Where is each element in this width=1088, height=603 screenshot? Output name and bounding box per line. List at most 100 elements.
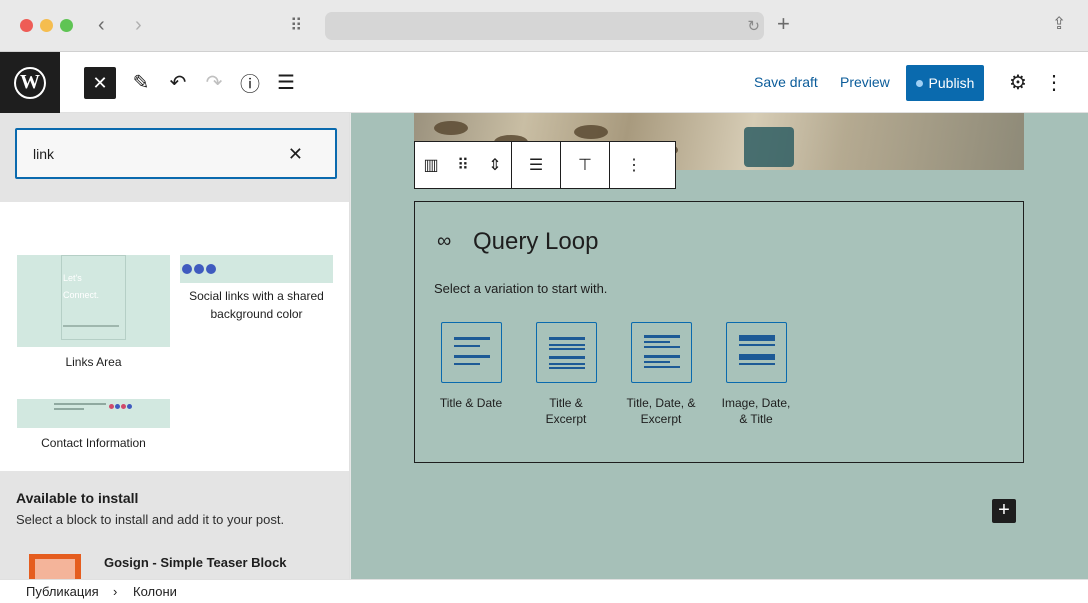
more-vertical-icon[interactable]: ⋮ [610,142,658,188]
pattern-links-area[interactable]: Let's Connect. Links Area [17,255,170,371]
reload-icon[interactable]: ↻ [747,17,760,35]
toolbar-group: ⋮ [610,142,658,188]
publish-label: Publish [928,75,975,91]
mail-icon [206,264,216,274]
thumb-line [54,408,84,410]
columns-icon[interactable]: ▥ [415,142,447,188]
toolbar-group: ▥ ⠿ ⇕ [415,142,512,188]
thumb-line [63,325,119,327]
window-zoom-button[interactable] [60,19,73,32]
block-toolbar: ▥ ⠿ ⇕ ☰ ⊤ ⋮ [414,141,676,189]
close-icon: ✕ [92,72,108,93]
info-icon[interactable]: ⓘ [238,70,262,96]
breadcrumb-item[interactable]: Колони [133,584,177,599]
variation-icon [440,322,502,383]
variation-title-date-excerpt[interactable]: Title, Date, & Excerpt [615,322,707,427]
preview-button[interactable]: Preview [840,74,890,90]
redo-icon[interactable]: ↷ [202,70,226,94]
plugin-icon[interactable] [29,554,81,579]
drag-handle-icon[interactable]: ⠿ [447,142,479,188]
wordpress-icon [182,264,192,274]
move-up-down-icon[interactable]: ⇕ [479,142,511,188]
wordpress-logo-button[interactable]: W [0,52,60,113]
publish-status-dot [915,79,923,87]
undo-icon[interactable]: ↶ [166,70,190,94]
variation-title-date[interactable]: Title & Date [425,322,517,411]
plus-icon[interactable]: + [777,13,790,35]
variation-image-date-title[interactable]: Image, Date, & Title [710,322,802,427]
thumb-text: Connect. [63,290,100,300]
inserter-search-area: link ✕ [0,113,349,202]
pattern-results: Let's Connect. Links Area Social links w… [0,202,349,471]
variation-label-line: Title & Date [439,396,503,410]
breadcrumb-separator: › [113,584,118,599]
plus-icon: + [998,499,1010,521]
social-icon [115,404,120,409]
social-icon [121,404,126,409]
image-detail [744,127,794,167]
gear-icon[interactable]: ⚙ [1006,70,1030,94]
search-value: link [33,146,55,162]
social-icons [182,264,216,274]
variation-label: Title & Excerpt [520,395,612,427]
query-title: Query Loop [473,228,599,255]
variation-label: Title, Date, & Excerpt [615,395,707,427]
query-description: Select a variation to start with. [434,281,608,296]
link-icon [194,264,204,274]
pattern-label: Contact Information [41,436,146,450]
pattern-label: Links Area [65,355,122,369]
toolbar-group: ⊤ [561,142,610,188]
variation-title-excerpt[interactable]: Title & Excerpt [520,322,612,427]
pattern-label: Social links with a shared background co… [189,289,324,321]
available-description: Select a block to install and add it to … [16,512,285,527]
available-title: Available to install [16,490,139,506]
close-icon[interactable]: ✕ [288,144,303,165]
pattern-thumbnail [180,255,333,283]
variation-label: Image, Date, & Title [710,395,802,427]
block-inserter-panel: link ✕ Let's Connect. Links Area Social … [0,113,350,579]
chevron-right-icon[interactable]: › [135,15,142,35]
pattern-social-links[interactable]: Social links with a shared background co… [180,255,333,323]
chevron-left-icon[interactable]: ‹ [98,15,105,35]
variation-icon [725,322,787,383]
pattern-contact-information[interactable]: Contact Information [17,399,170,452]
search-input[interactable]: link ✕ [15,128,337,179]
window-close-button[interactable] [20,19,33,32]
image-detail [434,121,468,135]
social-icon [109,404,114,409]
plugin-name[interactable]: Gosign - Simple Teaser Block [104,555,287,570]
query-loop-placeholder: ∞ Query Loop Select a variation to start… [414,201,1024,463]
variation-label-line: Excerpt [640,412,682,426]
close-inserter-button[interactable]: ✕ [84,67,116,99]
variation-label-line: Image, Date, [721,396,791,410]
pattern-thumbnail: Let's Connect. [17,255,170,347]
add-block-button[interactable]: + [992,499,1016,523]
align-icon[interactable]: ☰ [512,142,560,188]
variation-label-line: Title, Date, & [626,396,696,410]
variation-icon [630,322,692,383]
list-view-icon[interactable]: ☰ [274,70,298,94]
variation-icon [535,322,597,383]
publish-button[interactable]: Publish [906,65,984,101]
editor-canvas: ▥ ⠿ ⇕ ☰ ⊤ ⋮ ∞ Query Loop Select a variat… [351,113,1088,579]
wordpress-icon: W [14,66,46,99]
window-minimize-button[interactable] [40,19,53,32]
more-vertical-icon[interactable]: ⋮ [1042,70,1066,94]
vertical-align-top-icon[interactable]: ⊤ [561,142,609,188]
share-icon[interactable]: ⇪ [1052,14,1066,34]
social-icon [127,404,132,409]
variation-label: Title & Date [425,395,517,411]
pattern-thumbnail [17,399,170,428]
editor-header: W ✕ ✎ ↶ ↷ ⓘ ☰ Save draft Preview Publish… [0,52,1088,113]
grid-icon[interactable]: ⠿ [290,16,302,36]
breadcrumb-item[interactable]: Публикация [26,584,99,599]
pencil-icon[interactable]: ✎ [129,70,153,94]
thumb-text: Let's [63,273,82,283]
variation-label-line: Excerpt [545,412,587,426]
save-draft-button[interactable]: Save draft [754,74,818,90]
browser-toolbar: ‹ › ⠿ ↻ + ⇪ [0,0,1088,52]
loop-icon: ∞ [437,230,452,252]
breadcrumb: Публикация › Колони [0,579,1088,603]
variation-label-line: & Title [739,412,773,426]
address-bar[interactable]: ↻ [325,12,764,40]
